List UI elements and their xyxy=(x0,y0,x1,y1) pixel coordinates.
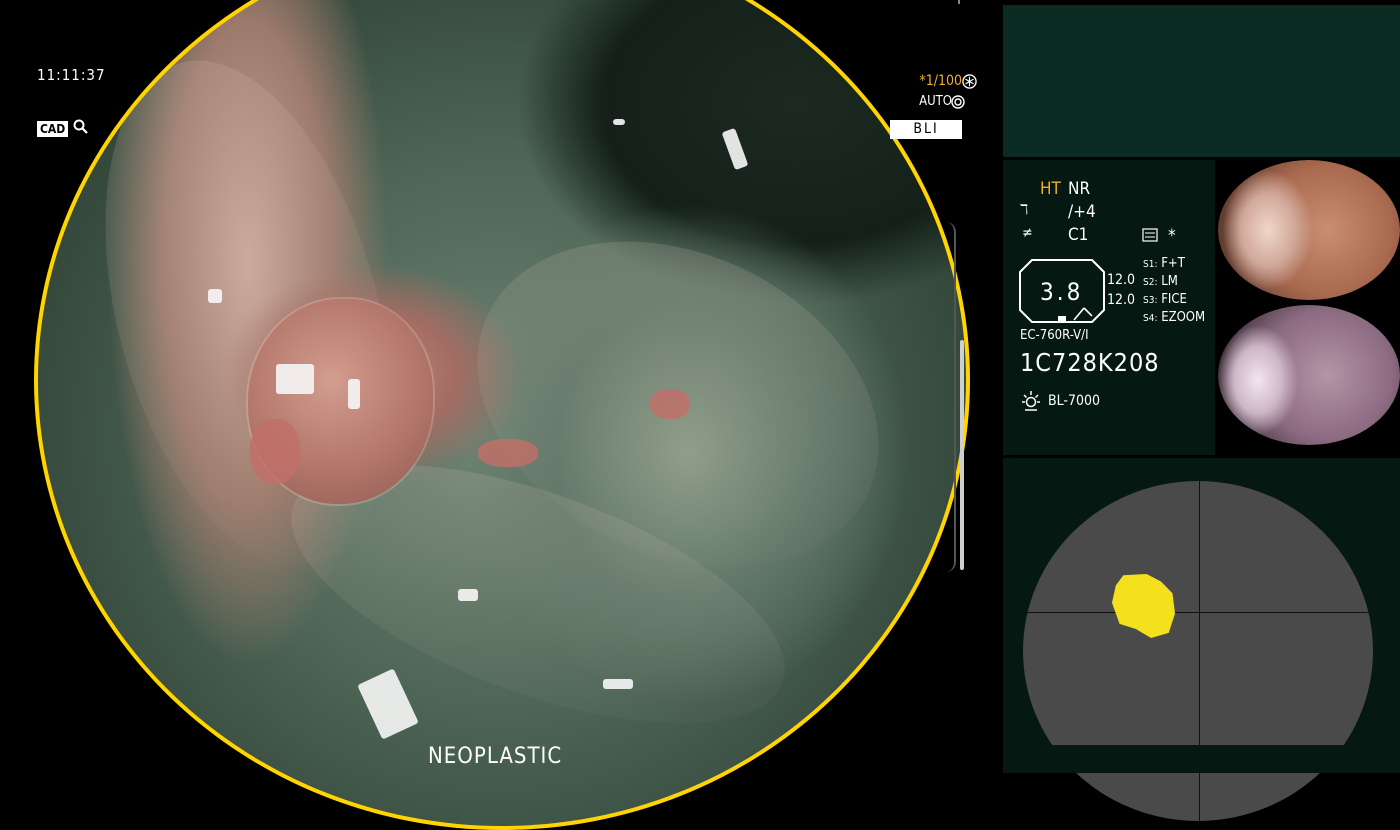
ht-label: HT xyxy=(1040,179,1061,199)
light-reflection xyxy=(208,289,222,303)
switch-colon: : xyxy=(1154,295,1158,306)
scope-model: EC-760R-V/I xyxy=(1020,328,1089,343)
switch-2: S2: LM xyxy=(1143,274,1178,289)
left-value-2: 12.0 xyxy=(1107,292,1136,308)
color-icon: ≠ xyxy=(1022,225,1033,241)
switch-3-value: FICE xyxy=(1161,292,1187,307)
map-horizontal-axis xyxy=(1023,612,1373,613)
cad-badge[interactable]: CAD xyxy=(37,121,69,137)
switch-colon: : xyxy=(1154,277,1158,288)
captured-image-thumbnail[interactable] xyxy=(1218,305,1400,445)
endoscope-view xyxy=(34,0,970,830)
imaging-mode-badge[interactable]: BLI xyxy=(890,120,962,139)
switch-4: S4: EZOOM xyxy=(1143,310,1205,325)
insertion-gauge-bar xyxy=(960,340,964,570)
enhance-value: /+4 xyxy=(1068,202,1096,222)
shutter-speed: *1/100 xyxy=(919,73,962,89)
record-icon xyxy=(1142,228,1158,242)
scope-serial: 1C728K208 xyxy=(1020,348,1160,377)
switch-4-key: S4 xyxy=(1143,313,1155,324)
panel-header-area xyxy=(1003,5,1400,157)
lesion-position-marker xyxy=(1112,574,1175,638)
search-icon[interactable] xyxy=(72,118,90,136)
switch-1-key: S1 xyxy=(1143,259,1155,270)
snowflake-icon xyxy=(962,74,977,89)
switch-3: S3: FICE xyxy=(1143,292,1187,307)
aperture-icon xyxy=(951,95,965,109)
top-marker xyxy=(958,0,960,4)
zoom-value: 3.8 xyxy=(1040,278,1084,306)
light-reflection xyxy=(276,364,314,394)
switch-colon: : xyxy=(1154,259,1158,270)
captured-image-thumbnail[interactable] xyxy=(1218,160,1400,300)
light-reflection xyxy=(603,679,633,689)
lesion-spot xyxy=(650,389,690,419)
switch-colon: : xyxy=(1154,313,1158,324)
enhance-icon: ℸ xyxy=(1020,202,1029,218)
lesion-spot xyxy=(478,439,538,467)
left-value-1: 12.0 xyxy=(1107,272,1136,288)
light-reflection xyxy=(721,127,749,171)
color-value: C1 xyxy=(1068,225,1089,245)
sun-icon xyxy=(1022,391,1040,411)
switch-4-value: EZOOM xyxy=(1161,310,1206,325)
cad-diagnosis-label: NEOPLASTIC xyxy=(428,744,563,769)
switch-1-value: F+T xyxy=(1161,256,1185,271)
light-reflection xyxy=(348,379,360,409)
light-source: BL-7000 xyxy=(1048,393,1101,409)
insertion-gauge-track xyxy=(946,222,956,572)
nr-label: NR xyxy=(1068,179,1091,199)
switch-2-key: S2 xyxy=(1143,277,1155,288)
panel-footer xyxy=(1003,745,1400,773)
iris-mode: AUTO xyxy=(919,94,952,109)
light-reflection xyxy=(458,589,478,601)
lesion-spot xyxy=(250,419,300,484)
clock: 11:11:37 xyxy=(37,66,106,84)
star-marker: * xyxy=(1168,226,1176,246)
light-reflection xyxy=(613,119,625,125)
switch-1: S1: F+T xyxy=(1143,256,1185,271)
light-reflection xyxy=(357,668,419,740)
switch-2-value: LM xyxy=(1161,274,1178,289)
switch-3-key: S3 xyxy=(1143,295,1155,306)
